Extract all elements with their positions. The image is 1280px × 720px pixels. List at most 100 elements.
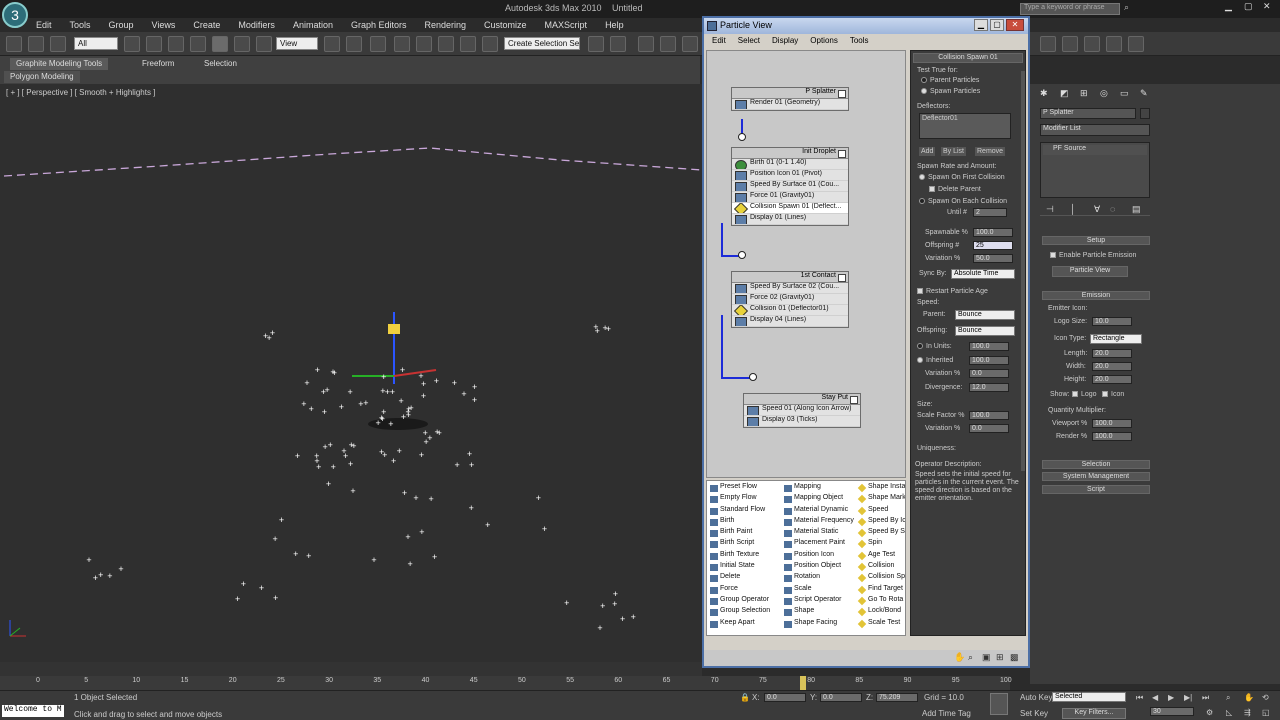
edit-named-selection-icon[interactable] bbox=[482, 36, 498, 52]
render-icon[interactable] bbox=[1128, 36, 1144, 52]
add-button[interactable]: Add bbox=[919, 147, 936, 156]
graphite-toggle-icon[interactable] bbox=[660, 36, 676, 52]
add-time-tag[interactable]: Add Time Tag bbox=[922, 709, 971, 718]
operator[interactable]: Display 03 (Ticks) bbox=[744, 416, 860, 427]
pv-menu-tools[interactable]: Tools bbox=[850, 36, 869, 48]
event-title[interactable]: Init Droplet bbox=[732, 148, 848, 159]
search-icon[interactable]: ⌕ bbox=[1124, 2, 1129, 13]
depot-item[interactable]: Standard Flow bbox=[709, 506, 770, 517]
depot-item[interactable]: Mapping Object bbox=[783, 494, 854, 505]
offspring-dropdown[interactable]: Bounce bbox=[955, 326, 1015, 336]
display-tab-icon[interactable]: ▭ bbox=[1120, 88, 1129, 99]
depot-item[interactable]: Scale Test bbox=[857, 619, 905, 630]
operator[interactable]: Collision 01 (Deflector01) bbox=[732, 305, 848, 316]
show-icon-checkbox[interactable]: Icon bbox=[1102, 391, 1124, 398]
object-name-field[interactable]: P Splatter bbox=[1040, 108, 1136, 119]
stack-item[interactable]: PF Source bbox=[1043, 145, 1147, 155]
depot-item[interactable]: Birth Texture bbox=[709, 551, 770, 562]
key-mode-dropdown[interactable]: Selected bbox=[1052, 692, 1126, 702]
event-input-node[interactable] bbox=[738, 133, 746, 141]
time-slider-track[interactable] bbox=[0, 662, 702, 676]
depot-item[interactable]: Collision bbox=[857, 562, 905, 573]
depot-item[interactable]: Birth Paint bbox=[709, 528, 770, 539]
remove-button[interactable]: Remove bbox=[975, 147, 1006, 156]
select-by-name-icon[interactable] bbox=[146, 36, 162, 52]
depot-item[interactable]: Group Operator bbox=[709, 596, 770, 607]
walkthrough-icon[interactable]: ⇶ bbox=[1244, 708, 1251, 717]
depot-item[interactable]: Shape Mark bbox=[857, 494, 905, 505]
search-input[interactable]: Type a keyword or phrase bbox=[1020, 3, 1120, 15]
maxscript-listener[interactable]: Welcome to M bbox=[2, 705, 64, 717]
depot-item[interactable]: Speed By S bbox=[857, 528, 905, 539]
menu-group[interactable]: Group bbox=[109, 20, 134, 30]
pv-menu-select[interactable]: Select bbox=[738, 36, 760, 48]
depot-item[interactable]: Scale bbox=[783, 585, 854, 596]
show-end-result-icon[interactable]: │ bbox=[1070, 204, 1076, 214]
menu-maxscript[interactable]: MAXScript bbox=[545, 20, 588, 30]
mirror-icon[interactable] bbox=[588, 36, 604, 52]
depot-item[interactable]: Delete bbox=[709, 573, 770, 584]
variation2-spinner[interactable]: 0.0 bbox=[969, 369, 1009, 378]
select-object-icon[interactable] bbox=[124, 36, 140, 52]
show-logo-checkbox[interactable]: Logo bbox=[1072, 391, 1097, 398]
restart-age-checkbox[interactable]: Restart Particle Age bbox=[917, 288, 988, 295]
operator[interactable]: Speed By Surface 01 (Cou... bbox=[732, 181, 848, 192]
variation-spinner[interactable]: 50.0 bbox=[973, 254, 1013, 263]
viewport-label[interactable]: [ + ] [ Perspective ] [ Smooth + Highlig… bbox=[6, 88, 155, 97]
rollout-emission[interactable]: Emission bbox=[1042, 291, 1150, 300]
menu-graph-editors[interactable]: Graph Editors bbox=[351, 20, 407, 30]
icon-type-dropdown[interactable]: Rectangle bbox=[1090, 334, 1142, 344]
pin-stack-icon[interactable]: ⊣ bbox=[1046, 204, 1054, 215]
goto-end-icon[interactable]: ⏭ bbox=[1202, 693, 1209, 703]
depot-item[interactable]: Collision Sp bbox=[857, 573, 905, 584]
operator[interactable]: Birth 01 (0-1 1.40) bbox=[732, 159, 848, 170]
operator[interactable]: Speed 01 (Along Icon Arrow) bbox=[744, 405, 860, 416]
play-icon[interactable]: ▶ bbox=[1168, 693, 1174, 702]
z-coordinate[interactable]: 75.209 bbox=[876, 693, 918, 702]
depot-item[interactable]: Material Static bbox=[783, 528, 854, 539]
reference-coordinate-select[interactable]: View bbox=[276, 37, 318, 50]
material-editor-icon[interactable] bbox=[1062, 36, 1078, 52]
tab-polygon-modeling[interactable]: Polygon Modeling bbox=[4, 71, 80, 83]
spawnable-spinner[interactable]: 100.0 bbox=[973, 228, 1013, 237]
motion-tab-icon[interactable]: ◎ bbox=[1100, 88, 1108, 99]
depot-item[interactable]: Material Frequency bbox=[783, 517, 854, 528]
param-scrollbar[interactable] bbox=[1021, 71, 1025, 471]
maximize-viewport-icon[interactable]: ◱ bbox=[1262, 708, 1270, 717]
spawn-particles-radio[interactable]: Spawn Particles bbox=[921, 88, 980, 95]
pv-menu-display[interactable]: Display bbox=[772, 36, 798, 48]
depot-item[interactable]: Script Operator bbox=[783, 596, 854, 607]
next-frame-icon[interactable]: ▶| bbox=[1184, 693, 1192, 702]
y-coordinate[interactable]: 0.0 bbox=[820, 693, 862, 702]
angle-snap-icon[interactable] bbox=[416, 36, 432, 52]
depot-item[interactable]: Initial State bbox=[709, 562, 770, 573]
inherited-spinner[interactable]: 100.0 bbox=[969, 356, 1009, 365]
offspring-spinner[interactable]: 25 bbox=[973, 241, 1013, 250]
curve-editor-icon[interactable] bbox=[682, 36, 698, 52]
zoom-icon[interactable]: ⌕ bbox=[968, 652, 973, 663]
prev-frame-icon[interactable]: ◀ bbox=[1152, 693, 1158, 702]
tab-selection[interactable]: Selection bbox=[198, 58, 243, 70]
window-crossing-icon[interactable] bbox=[190, 36, 206, 52]
menu-create[interactable]: Create bbox=[193, 20, 220, 30]
scale-icon[interactable] bbox=[256, 36, 272, 52]
depot-item[interactable]: Birth Script bbox=[709, 539, 770, 550]
inherited-radio[interactable]: Inherited bbox=[917, 357, 953, 364]
by-list-button[interactable]: By List bbox=[941, 147, 967, 156]
depot-item[interactable]: Group Selection bbox=[709, 607, 770, 618]
event-input-node[interactable] bbox=[738, 251, 746, 259]
event-input-node[interactable] bbox=[749, 373, 757, 381]
rollout-system-management[interactable]: System Management bbox=[1042, 472, 1150, 481]
depot-item[interactable]: Empty Flow bbox=[709, 494, 770, 505]
app-logo-icon[interactable]: 3 bbox=[2, 2, 28, 28]
in-units-radio[interactable]: In Units: bbox=[917, 343, 952, 350]
event-title[interactable]: P Splatter bbox=[732, 88, 848, 99]
pv-menu-options[interactable]: Options bbox=[810, 36, 838, 48]
spinner-snap-icon[interactable] bbox=[460, 36, 476, 52]
parent-dropdown[interactable]: Bounce bbox=[955, 310, 1015, 320]
render-pct-spinner[interactable]: 100.0 bbox=[1092, 432, 1132, 441]
depot-item[interactable]: Speed By Ic bbox=[857, 517, 905, 528]
menu-help[interactable]: Help bbox=[605, 20, 624, 30]
logo-size-spinner[interactable]: 10.0 bbox=[1092, 317, 1132, 326]
operator[interactable]: Render 01 (Geometry) bbox=[732, 99, 848, 110]
